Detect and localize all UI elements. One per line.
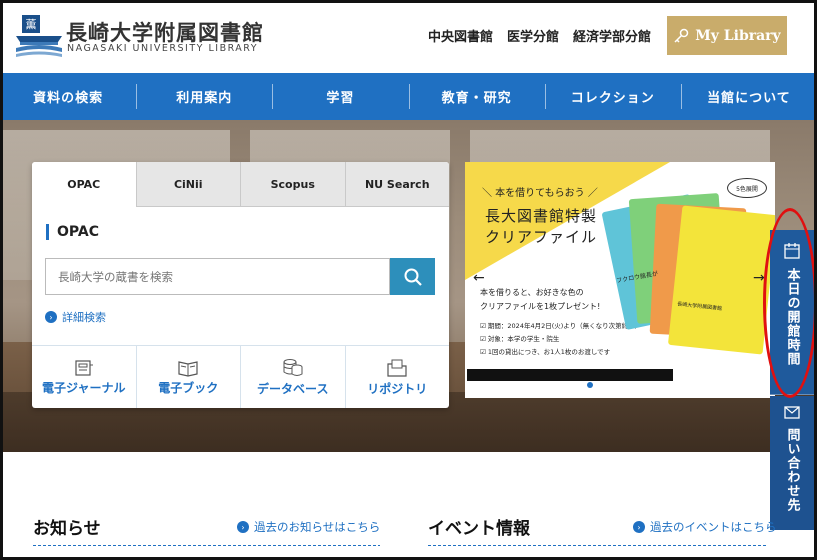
journal-icon xyxy=(75,359,93,376)
tab-scopus[interactable]: Scopus xyxy=(240,162,345,207)
my-library-button[interactable]: My Library xyxy=(667,16,787,55)
banner-badge: 5色展開 xyxy=(727,178,767,198)
tab-opac[interactable]: OPAC xyxy=(32,162,136,207)
library-logo-icon[interactable]: 薫 xyxy=(14,12,64,58)
advanced-search-link[interactable]: › 詳細検索 xyxy=(45,309,106,325)
resource-label: 電子ジャーナル xyxy=(42,380,126,395)
resource-repository[interactable]: リポジトリ xyxy=(344,346,450,408)
banner-headline-2: クリアファイル xyxy=(485,228,598,246)
tab-nu-search[interactable]: NU Search xyxy=(344,162,449,207)
banner-tag: ＼ 本を借りてもらおう ／ xyxy=(482,188,598,199)
branch-link-central[interactable]: 中央図書館 xyxy=(428,26,493,45)
main-nav: 資料の検索 利用案内 学習 教育・研究 コレクション 当館について xyxy=(0,73,817,120)
promo-banner[interactable]: ＼ 本を借りてもらおう ／ 長大図書館特製 クリアファイル 本を借りると、お好き… xyxy=(465,162,775,398)
contact-label: 問い合わせ先 xyxy=(784,428,800,512)
news-divider xyxy=(33,545,380,546)
nav-item-study[interactable]: 学習 xyxy=(272,73,408,120)
my-library-label: My Library xyxy=(695,27,781,44)
events-heading: イベント情報 xyxy=(428,519,530,539)
highlight-annotation xyxy=(763,208,817,398)
events-archive-label: 過去のイベントはこちら xyxy=(650,520,777,534)
search-button[interactable] xyxy=(390,258,435,295)
advanced-search-label: 詳細検索 xyxy=(62,311,106,324)
mail-icon xyxy=(784,406,800,419)
branch-links: 中央図書館 医学分館 経済学部分館 xyxy=(428,26,651,45)
banner-body: 本を借りると、お好きな色の クリアファイルを1枚プレゼント! xyxy=(480,286,600,314)
resource-links: 電子ジャーナル 電子ブック データベース リポジトリ xyxy=(32,345,449,408)
svg-text:薫: 薫 xyxy=(26,18,37,31)
banner-list: ☑ 期間：2024年4月2日(火)より（無くなり次第終了） ☑ 対象：本学の学生… xyxy=(480,320,641,359)
carousel-dot[interactable] xyxy=(587,382,593,388)
banner-body-1: 本を借りると、お好きな色の xyxy=(480,288,584,297)
arrow-right-circle-icon: › xyxy=(633,521,645,533)
banner-headline: 長大図書館特製 クリアファイル xyxy=(485,206,597,248)
database-icon xyxy=(283,358,303,376)
arrow-right-circle-icon: › xyxy=(45,311,57,323)
banner-headline-1: 長大図書館特製 xyxy=(485,207,598,225)
search-icon xyxy=(404,268,422,286)
news-archive-link[interactable]: › 過去のお知らせはこちら xyxy=(237,519,380,535)
nav-item-search[interactable]: 資料の検索 xyxy=(0,73,136,120)
search-panel: OPAC CiNii Scopus NU Search OPAC › 詳細検索 … xyxy=(32,162,449,408)
banner-body-2: クリアファイルを1枚プレゼント! xyxy=(480,302,601,311)
site-header: 薫 長崎大学附属図書館 NAGASAKI UNIVERSITY LIBRARY … xyxy=(0,0,817,73)
folder-label: 長崎大学附属図書館 xyxy=(676,301,723,313)
arrow-right-circle-icon: › xyxy=(237,521,249,533)
banner-list-item: ☑ 対象：本学の学生・院生 xyxy=(480,335,560,343)
nav-item-about[interactable]: 当館について xyxy=(680,73,817,120)
resource-label: データベース xyxy=(257,381,329,396)
tab-cinii[interactable]: CiNii xyxy=(135,162,240,207)
branch-link-economics[interactable]: 経済学部分館 xyxy=(573,26,651,45)
resource-database[interactable]: データベース xyxy=(240,346,345,408)
search-input[interactable] xyxy=(45,258,390,295)
events-divider xyxy=(428,545,768,546)
events-archive-link[interactable]: › 過去のイベントはこちら xyxy=(633,519,777,535)
banner-prev-arrow[interactable]: ← xyxy=(473,270,485,286)
book-icon xyxy=(178,360,198,377)
key-icon xyxy=(674,28,689,43)
news-archive-label: 過去のお知らせはこちら xyxy=(254,520,381,534)
resource-ejournal[interactable]: 電子ジャーナル xyxy=(32,346,136,408)
nav-item-education-research[interactable]: 教育・研究 xyxy=(408,73,545,120)
news-heading: お知らせ xyxy=(33,519,101,539)
search-tabs: OPAC CiNii Scopus NU Search xyxy=(32,162,449,207)
banner-footer-bar xyxy=(467,369,673,381)
branch-link-medical[interactable]: 医学分館 xyxy=(507,26,559,45)
banner-list-item: ☑ 期間：2024年4月2日(火)より（無くなり次第終了） xyxy=(480,322,642,330)
nav-item-guide[interactable]: 利用案内 xyxy=(136,73,272,120)
nav-item-collection[interactable]: コレクション xyxy=(544,73,681,120)
banner-list-item: ☑ 1回の貸出につき、お1人1枚のお渡しです xyxy=(480,348,611,356)
folder-icon xyxy=(387,359,407,377)
contact-tab[interactable]: 問い合わせ先 xyxy=(770,396,814,530)
site-subtitle: NAGASAKI UNIVERSITY LIBRARY xyxy=(67,43,259,54)
panel-title: OPAC xyxy=(46,224,99,240)
resource-label: 電子ブック xyxy=(158,380,219,395)
resource-label: リポジトリ xyxy=(367,381,428,396)
resource-ebook[interactable]: 電子ブック xyxy=(135,346,241,408)
